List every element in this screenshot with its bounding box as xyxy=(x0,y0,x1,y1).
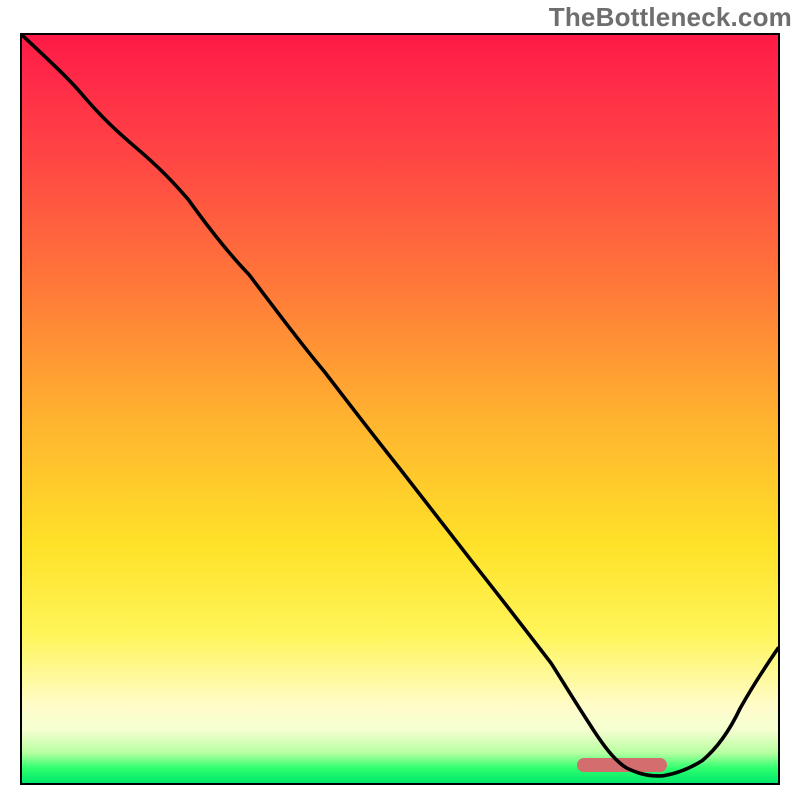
heat-gradient xyxy=(22,35,778,783)
plot-area xyxy=(20,33,780,785)
chart-container: TheBottleneck.com xyxy=(0,0,800,800)
optimal-range-marker xyxy=(577,758,667,772)
watermark-text: TheBottleneck.com xyxy=(549,2,792,33)
